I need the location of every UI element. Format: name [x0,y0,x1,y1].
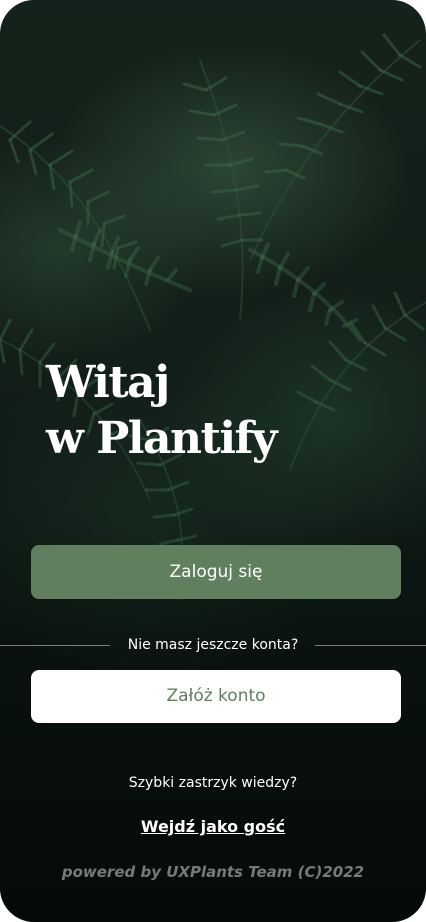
register-button[interactable]: Załóż konto [31,670,401,723]
welcome-title-line2: w Plantify [46,413,278,464]
divider-right [315,645,426,646]
guest-login-link[interactable]: Wejdź jako gość [0,816,426,838]
guest-prompt-text: Szybki zastrzyk wiedzy? [128,775,298,791]
powered-by-footer: powered by UXPlants Team (C)2022 [61,863,365,881]
welcome-title-line1: Witaj [46,357,170,408]
welcome-title: Witaj w Plantify [46,355,278,467]
login-button[interactable]: Zaloguj się [31,545,401,599]
welcome-screen: Witaj w Plantify Zaloguj się Nie masz je… [0,0,426,922]
